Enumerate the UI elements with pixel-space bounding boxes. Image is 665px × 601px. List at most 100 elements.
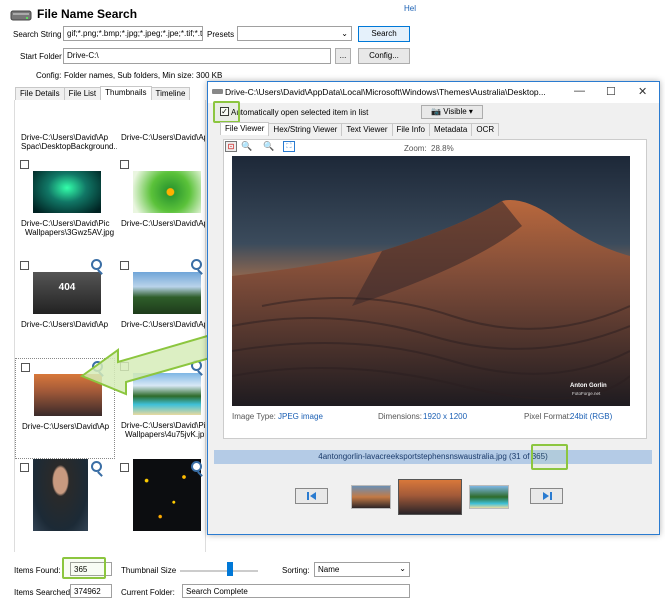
preview-tabs: File Viewer Hex/String Viewer Text Viewe… bbox=[220, 122, 500, 136]
thumbnail-image bbox=[133, 272, 201, 314]
search-button[interactable]: Search bbox=[358, 26, 410, 42]
thumbnail-image bbox=[33, 459, 88, 531]
search-string-label: Search String bbox=[13, 30, 62, 39]
thumbnail-caption: Drive-C:\Users\David\Ap bbox=[121, 133, 206, 142]
auto-open-label: Automatically open selected item in list bbox=[231, 108, 369, 117]
chevron-down-icon: ⌄ bbox=[399, 564, 406, 573]
dimensions-value: 1920 x 1200 bbox=[423, 412, 468, 421]
thumbnail-caption-2: Wallpapers\4u75jvK.jp bbox=[125, 430, 205, 439]
filename-bar: 4antongorlin-lavacreeksportstephensnswau… bbox=[214, 450, 652, 464]
thumbnail-checkbox[interactable] bbox=[120, 160, 129, 169]
app-title: File Name Search bbox=[37, 7, 138, 21]
zoom-icon[interactable] bbox=[191, 259, 202, 270]
drive-icon bbox=[212, 89, 223, 94]
thumbnail-item[interactable] bbox=[115, 459, 205, 552]
chevron-down-icon: ⌄ bbox=[341, 29, 348, 38]
watermark-text: Anton Gorlin bbox=[570, 383, 607, 389]
thumbnail-image: 404 bbox=[33, 272, 101, 314]
tab-file-list[interactable]: File List bbox=[63, 87, 102, 100]
tab-hex-string-viewer[interactable]: Hex/String Viewer bbox=[268, 123, 343, 136]
camera-icon: 📷 bbox=[431, 107, 442, 116]
presets-select[interactable]: ⌄ bbox=[237, 26, 352, 41]
watermark-subtext: FotoForge.net bbox=[572, 391, 601, 396]
zoom-fit-icon[interactable]: ⊡ bbox=[225, 141, 237, 152]
image-type-label: Image Type: bbox=[232, 412, 276, 421]
current-folder-label: Current Folder: bbox=[121, 588, 175, 597]
preview-window: Drive-C:\Users\David\AppData\Local\Micro… bbox=[207, 81, 660, 535]
drive-icon bbox=[10, 10, 32, 21]
browse-button[interactable]: ... bbox=[335, 48, 351, 64]
items-searched-label: Items Searched: bbox=[14, 588, 73, 597]
zoom-in-icon[interactable]: 🔍 bbox=[241, 141, 253, 152]
items-searched-value: 374962 bbox=[70, 584, 112, 598]
filmstrip-thumbnail[interactable] bbox=[469, 485, 509, 509]
thumbnail-item[interactable] bbox=[15, 459, 115, 552]
thumbnail-checkbox[interactable] bbox=[120, 463, 129, 472]
thumbnail-caption: Drive-C:\Users\David\Ap bbox=[22, 422, 110, 431]
view-tabs: File Details File List Thumbnails Timeli… bbox=[15, 86, 191, 100]
highlight-box bbox=[62, 557, 106, 579]
thumbnail-caption: Drive-C:\Users\David\Pic bbox=[121, 421, 206, 430]
search-string-input[interactable]: gif;*.png;*.bmp;*.jpg;*.jpeg;*.jpe;*.tif… bbox=[63, 26, 203, 41]
zoom-icon[interactable] bbox=[91, 259, 102, 270]
tab-metadata[interactable]: Metadata bbox=[428, 123, 473, 136]
thumbnail-caption: Drive-C:\Users\David\Pic bbox=[21, 219, 110, 228]
highlight-box bbox=[213, 101, 240, 123]
thumbnail-caption-2: Spac\DesktopBackground... bbox=[21, 142, 117, 151]
sorting-label: Sorting: bbox=[282, 566, 310, 575]
thumbnail-caption: Drive-C:\Users\David\Ap bbox=[121, 219, 206, 228]
zoom-out-icon[interactable]: 🔍 bbox=[263, 141, 275, 152]
config-button[interactable]: Config... bbox=[358, 48, 410, 64]
next-button[interactable] bbox=[530, 488, 563, 504]
thumbnail-checkbox[interactable] bbox=[21, 363, 30, 372]
thumbnail-size-slider[interactable] bbox=[227, 562, 233, 576]
minimize-icon[interactable]: — bbox=[574, 85, 585, 97]
pixel-format-value: 24bit (RGB) bbox=[570, 412, 613, 421]
tab-file-viewer[interactable]: File Viewer bbox=[220, 122, 270, 135]
start-folder-input[interactable]: Drive-C:\ bbox=[63, 48, 331, 64]
thumbnail-checkbox[interactable] bbox=[120, 261, 129, 270]
close-icon[interactable]: ✕ bbox=[638, 85, 647, 98]
preview-titlebar: Drive-C:\Users\David\AppData\Local\Micro… bbox=[208, 82, 659, 103]
thumbnail-item[interactable]: Drive-C:\Users\David\Pic Wallpapers\3Gwz5… bbox=[15, 156, 115, 257]
thumbnail-checkbox[interactable] bbox=[20, 261, 29, 270]
image-type-value: JPEG image bbox=[278, 412, 323, 421]
zoom-icon[interactable] bbox=[91, 461, 102, 472]
tab-text-viewer[interactable]: Text Viewer bbox=[341, 123, 393, 136]
thumbnail-caption: Drive-C:\Users\David\Ap bbox=[21, 133, 109, 142]
presets-label: Presets bbox=[207, 30, 235, 39]
zoom-value: 28.8% bbox=[431, 144, 454, 153]
thumbnail-image bbox=[33, 171, 101, 213]
thumbnail-checkbox[interactable] bbox=[20, 463, 29, 472]
preview-image: Anton Gorlin FotoForge.net bbox=[232, 156, 630, 406]
tab-thumbnails[interactable]: Thumbnails bbox=[100, 86, 152, 99]
previous-button[interactable] bbox=[295, 488, 328, 504]
maximize-icon[interactable]: ☐ bbox=[606, 85, 616, 98]
filmstrip-thumbnail-current[interactable] bbox=[398, 479, 462, 515]
tab-file-details[interactable]: File Details bbox=[15, 87, 65, 100]
thumbnail-size-track bbox=[180, 570, 258, 572]
next-icon bbox=[543, 492, 552, 500]
config-label: Config: bbox=[36, 71, 62, 80]
pixel-format-label: Pixel Format: bbox=[524, 412, 572, 421]
thumbnail-caption-2: Wallpapers\3Gwz5AV.jpg bbox=[25, 228, 115, 237]
thumbnail-checkbox[interactable] bbox=[20, 160, 29, 169]
config-value: Folder names, Sub folders, Min size: 300… bbox=[64, 71, 223, 80]
thumbnail-size-label: Thumbnail Size bbox=[121, 566, 177, 575]
thumbnail-image bbox=[133, 171, 201, 213]
zoom-label: Zoom: bbox=[404, 144, 427, 153]
actual-size-icon[interactable]: ⛶ bbox=[283, 141, 295, 152]
help-link[interactable]: Hel bbox=[404, 4, 416, 13]
previous-icon bbox=[307, 492, 316, 500]
current-folder-value: Search Complete bbox=[182, 584, 410, 598]
dimensions-label: Dimensions: bbox=[378, 412, 423, 421]
filmstrip-thumbnail[interactable] bbox=[351, 485, 391, 509]
thumbnail-item[interactable]: Drive-C:\Users\David\Ap bbox=[115, 156, 206, 257]
sorting-select[interactable]: Name ⌄ bbox=[314, 562, 410, 577]
tab-file-info[interactable]: File Info bbox=[391, 123, 430, 136]
zoom-icon[interactable] bbox=[191, 461, 202, 472]
tab-ocr[interactable]: OCR bbox=[471, 123, 500, 136]
tab-timeline[interactable]: Timeline bbox=[150, 87, 191, 100]
highlight-box bbox=[531, 444, 568, 470]
visible-button[interactable]: 📷 Visible ▾ bbox=[421, 105, 483, 119]
